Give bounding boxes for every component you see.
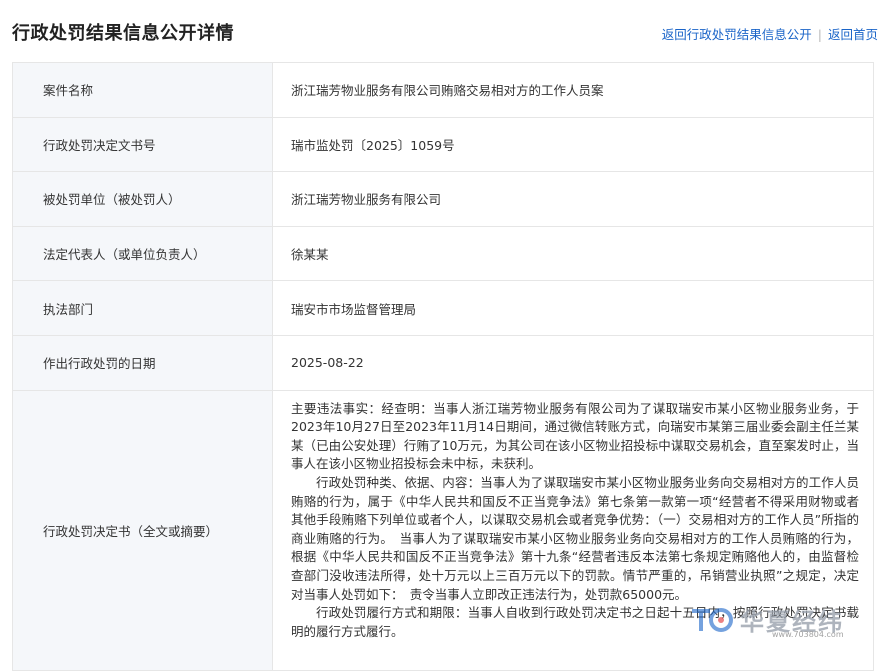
penalty-date-label: 作出行政处罚的日期 [12,334,273,391]
table-row: 被处罚单位（被处罚人） 浙江瑞芳物业服务有限公司 [12,171,874,227]
table-row: 执法部门 瑞安市市场监督管理局 [12,280,874,336]
nav-links: 返回行政处罚结果信息公开 | 返回首页 [662,24,878,43]
table-row: 行政处罚决定文书号 瑞市监处罚〔2025〕1059号 [12,116,874,173]
page-title: 行政处罚结果信息公开详情 [12,23,234,44]
back-to-list-link[interactable]: 返回行政处罚结果信息公开 [662,27,812,42]
page-header: 行政处罚结果信息公开详情 返回行政处罚结果信息公开 | 返回首页 [0,0,880,62]
table-row: 法定代表人（或单位负责人） 徐某某 [12,225,874,282]
decision-paragraph: 主要违法事实：经查明：当事人浙江瑞芳物业服务有限公司为了谋取瑞安市某小区物业服务… [291,400,859,472]
enforcement-dept-label: 执法部门 [12,280,273,336]
watermark-url: www.703804.com [772,630,844,639]
legal-representative-value: 徐某某 [272,225,874,282]
penalty-date-value: 2025-08-22 [272,334,874,391]
link-separator: | [817,27,822,42]
enforcement-dept-value: 瑞安市市场监督管理局 [272,280,874,336]
watermark: 华夏经纬 www.703804.com [688,601,874,641]
legal-representative-label: 法定代表人（或单位负责人） [12,225,273,282]
penalized-party-value: 浙江瑞芳物业服务有限公司 [272,171,874,227]
document-number-value: 瑞市监处罚〔2025〕1059号 [272,116,874,173]
table-row: 作出行政处罚的日期 2025-08-22 [12,334,874,391]
decision-label: 行政处罚决定书（全文或摘要） [12,389,273,671]
back-to-home-link[interactable]: 返回首页 [828,27,878,42]
case-name-label: 案件名称 [12,62,273,118]
penalized-party-label: 被处罚单位（被处罚人） [12,171,273,227]
table-row: 案件名称 浙江瑞芳物业服务有限公司贿赂交易相对方的工作人员案 [12,62,874,118]
penalty-info-table: 案件名称 浙江瑞芳物业服务有限公司贿赂交易相对方的工作人员案 行政处罚决定文书号… [12,62,874,671]
watermark-logo-icon [692,608,733,632]
decision-paragraph: 行政处罚种类、依据、内容：当事人为了谋取瑞安市某小区物业服务业务向交易相对方的工… [291,474,859,602]
case-name-value: 浙江瑞芳物业服务有限公司贿赂交易相对方的工作人员案 [272,62,874,118]
document-number-label: 行政处罚决定文书号 [12,116,273,173]
